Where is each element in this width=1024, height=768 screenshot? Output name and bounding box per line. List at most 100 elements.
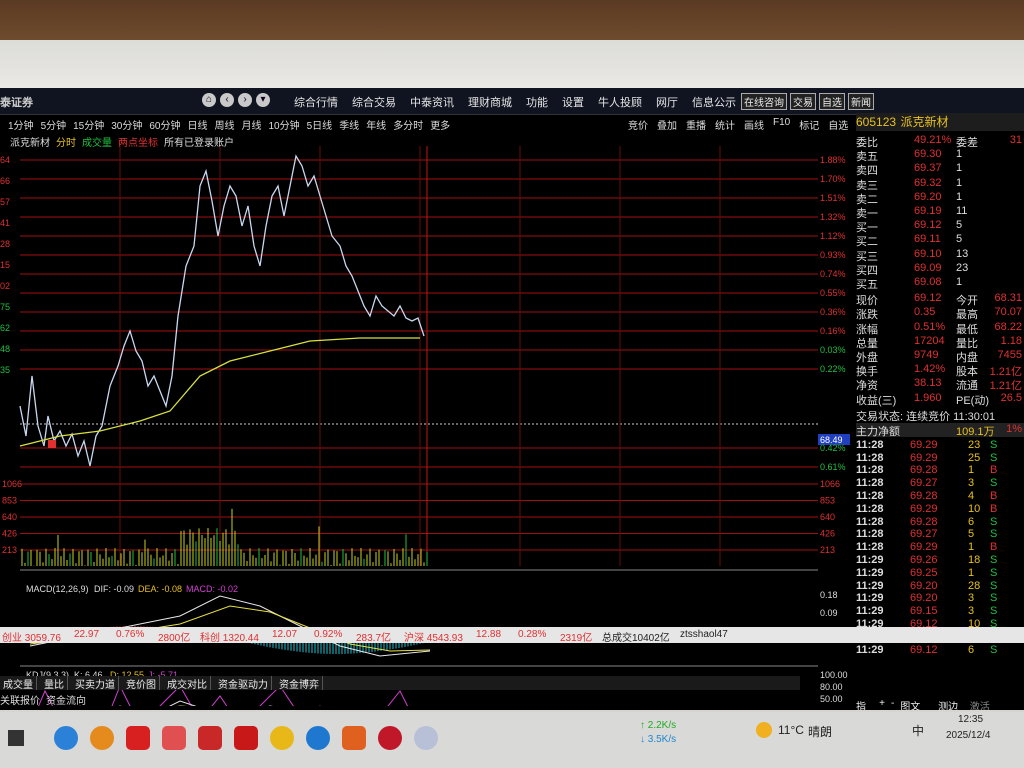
tick-volume: 6 — [968, 643, 975, 656]
app-icon-pink[interactable] — [162, 726, 186, 750]
period-tab-7[interactable]: 月线 — [242, 117, 262, 132]
tool-button-5[interactable]: F10 — [773, 117, 790, 132]
menu-item-2[interactable]: 中泰资讯 — [410, 94, 454, 110]
app-icon-stock[interactable] — [198, 726, 222, 750]
right-footer-item-4[interactable]: 测边栏 — [938, 698, 964, 710]
indicator-tab-1[interactable]: 量比 — [41, 676, 68, 691]
tool-button-4[interactable]: 画线 — [744, 117, 764, 132]
tick-volume: 28 — [968, 579, 981, 592]
quote-row-5-cell-1: 1.42% — [914, 363, 946, 376]
period-tab-12[interactable]: 多分时 — [393, 117, 423, 132]
indicator-tab-2[interactable]: 买卖力道 — [72, 676, 119, 691]
period-tab-8[interactable]: 10分钟 — [269, 117, 300, 132]
period-tab-6[interactable]: 周线 — [215, 117, 235, 132]
status-item-11: 2319亿 — [560, 633, 593, 644]
right-footer-item-2[interactable]: - — [891, 698, 894, 710]
tick-price: 69.20 — [910, 592, 938, 605]
indicator-tabs: 成交量 量比 买卖力道 竞价图 成交对比 资金驱动力 资金博弈 — [0, 676, 800, 691]
menu-item-6[interactable]: 牛人投顾 — [598, 94, 642, 110]
buy-level-2-cell-2: 13 — [956, 247, 969, 260]
tool-button-1[interactable]: 叠加 — [657, 117, 677, 132]
indicator-tab2-1[interactable]: 资金流向 — [46, 692, 86, 707]
weather-temp: 11°C — [778, 723, 804, 737]
tool-button-7[interactable]: 自选 — [828, 117, 848, 132]
indicator-tab2-0[interactable]: 关联报价 — [0, 692, 40, 707]
tick-side: S — [990, 592, 998, 605]
left-price-label: 62 — [0, 323, 10, 333]
ime-indicator[interactable]: 中 — [912, 722, 924, 739]
tick-time: 11:29 — [856, 643, 884, 656]
top-button-0[interactable]: 在线咨询 — [741, 93, 787, 110]
period-tab-11[interactable]: 年线 — [366, 117, 386, 132]
quote-row-7-cell-2: PE(动) — [956, 394, 989, 407]
pct-label: 1.12% — [820, 231, 846, 241]
app-icon-blue[interactable] — [306, 726, 330, 750]
period-tab-2[interactable]: 15分钟 — [73, 117, 104, 132]
menu-item-1[interactable]: 综合交易 — [352, 94, 396, 110]
status-item-3: 2800亿 — [158, 633, 191, 644]
period-tab-0[interactable]: 1分钟 — [8, 117, 34, 132]
app-icon-red[interactable] — [126, 726, 150, 750]
period-tab-10[interactable]: 季线 — [339, 117, 359, 132]
app-icon-fox[interactable] — [342, 726, 366, 750]
tool-button-2[interactable]: 重播 — [686, 117, 706, 132]
tick-volume: 3 — [968, 477, 975, 490]
forward-icon[interactable]: › — [238, 93, 252, 107]
menu-item-3[interactable]: 理财商城 — [468, 94, 512, 110]
menu-item-5[interactable]: 设置 — [562, 94, 584, 110]
period-tab-9[interactable]: 5日线 — [307, 117, 333, 132]
right-footer-item-5[interactable]: 激活 Windows — [970, 698, 1024, 710]
period-tab-4[interactable]: 60分钟 — [149, 117, 180, 132]
period-tab-13[interactable]: 更多 — [430, 117, 450, 132]
buy-level-2: 买三 69.10 13 — [856, 247, 1024, 263]
quote-row-0-cell-1: 69.12 — [914, 292, 942, 305]
buy-level-3-cell-1: 69.09 — [914, 261, 942, 274]
intraday-chart[interactable]: 1.88% 1.70% 1.51% 1.32% 1.12% 0.93% 0.74% 0.55%… — [0, 146, 850, 706]
top-button-1[interactable]: 交易 — [790, 93, 816, 110]
home-icon[interactable]: ⌂ — [202, 93, 216, 107]
tick-time: 11:28 — [856, 438, 884, 451]
period-tab-5[interactable]: 日线 — [188, 117, 208, 132]
top-menu-bar: 泰证券 ⌂ ‹ › ▾ 综合行情 综合交易 中泰资讯 理财商城 功能 设置 牛人投顾 网厅 信息… — [0, 88, 1024, 115]
tick-time: 11:28 — [856, 477, 884, 490]
indicator-tab-4[interactable]: 成交对比 — [164, 676, 211, 691]
top-button-2[interactable]: 自选 — [819, 93, 845, 110]
weibi-row-cell-1: 49.21% — [914, 134, 952, 146]
menu-item-4[interactable]: 功能 — [526, 94, 548, 110]
indicator-tab-6[interactable]: 资金博弈 — [276, 676, 323, 691]
quote-row-7-cell-1: 1.960 — [914, 391, 942, 404]
tick-side: S — [990, 438, 998, 451]
tick-side: S — [990, 605, 998, 618]
quote-row-7-cell-3: 26.5 — [1000, 391, 1022, 404]
app-icon-w[interactable] — [234, 726, 258, 750]
app-icon-zhongtai[interactable] — [378, 726, 402, 750]
dropdown-icon[interactable]: ▾ — [256, 93, 270, 107]
menu-item-7[interactable]: 网厅 — [656, 94, 678, 110]
indicator-tab-5[interactable]: 资金驱动力 — [215, 676, 272, 691]
tool-button-3[interactable]: 统计 — [715, 117, 735, 132]
right-footer-item-0[interactable]: 指标 — [856, 698, 873, 710]
period-tab-1[interactable]: 5分钟 — [41, 117, 67, 132]
menu-item-8[interactable]: 信息公示 — [692, 94, 736, 110]
app-icon-orange[interactable] — [90, 726, 114, 750]
back-icon[interactable]: ‹ — [220, 93, 234, 107]
indicator-tab-0[interactable]: 成交量 — [0, 676, 37, 691]
indicator-tab-3[interactable]: 竞价图 — [123, 676, 160, 691]
main-flow-cell-1: 109.1万 — [956, 425, 995, 438]
windows-start-icon[interactable] — [8, 730, 24, 746]
period-tab-3[interactable]: 30分钟 — [111, 117, 142, 132]
tool-button-6[interactable]: 标记 — [799, 117, 819, 132]
browser-icon[interactable] — [54, 726, 78, 750]
app-icon-yellow[interactable] — [270, 726, 294, 750]
sell-level-1-cell-1: 69.37 — [914, 162, 942, 175]
right-footer-item-3[interactable]: 图文F10 — [900, 698, 932, 710]
menu-item-0[interactable]: 综合行情 — [294, 94, 338, 110]
right-footer-item-1[interactable]: + — [879, 698, 885, 710]
quote-row-6: 净资 38.13 流通 1.21亿 — [856, 377, 1024, 392]
app-icon-active[interactable] — [414, 726, 438, 750]
tick-side: B — [990, 464, 998, 477]
tick-volume: 18 — [968, 554, 981, 566]
tool-button-0[interactable]: 竞价 — [628, 117, 648, 132]
tick-time: 11:29 — [856, 566, 884, 579]
top-button-3[interactable]: 新闻 — [848, 93, 874, 110]
